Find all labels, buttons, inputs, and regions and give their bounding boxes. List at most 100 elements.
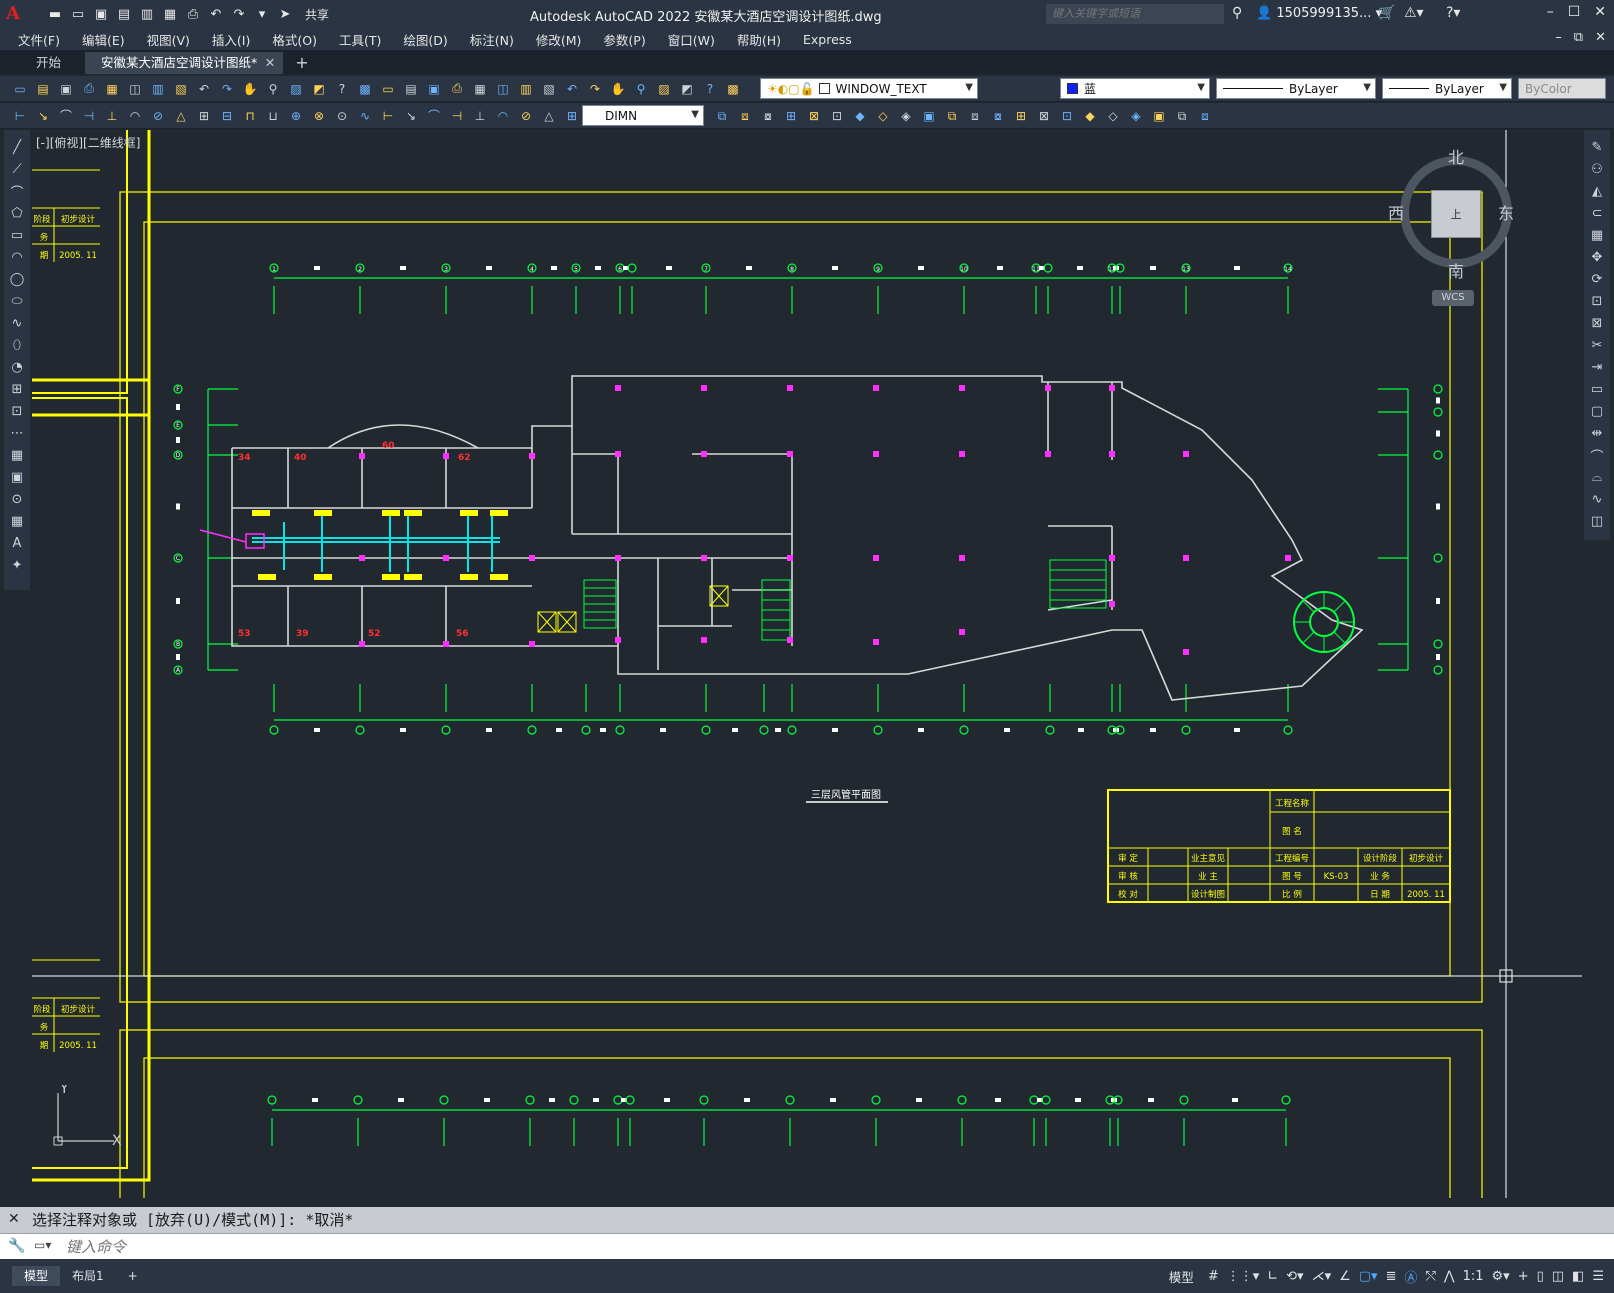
dimension-tool-icon[interactable]: ⊘: [148, 107, 168, 125]
quick-properties-icon[interactable]: ◫: [1552, 1269, 1564, 1284]
tab-close-icon[interactable]: ✕: [265, 52, 275, 74]
standard-tool-icon[interactable]: ⚲: [263, 80, 283, 98]
dimension-tool-icon[interactable]: ⌒: [56, 107, 76, 125]
qat-menu-icon[interactable]: ▾: [253, 5, 271, 23]
cart-icon[interactable]: 🛒: [1378, 5, 1395, 21]
recent-commands-icon[interactable]: ▭▾: [34, 1238, 51, 1252]
dimension-tool-icon[interactable]: ⊥: [102, 107, 122, 125]
standard-tool-icon[interactable]: ▨: [286, 80, 306, 98]
viewcube-north[interactable]: 北: [1448, 144, 1464, 168]
menu-item[interactable]: 文件(F): [18, 30, 60, 49]
dimension-tool-icon[interactable]: ◠: [493, 107, 513, 125]
tab-model[interactable]: 模型: [12, 1266, 61, 1286]
modify-tool-icon[interactable]: ▢: [1587, 402, 1607, 420]
modify-tool-icon[interactable]: ⧇: [988, 107, 1008, 125]
units-icon[interactable]: ▯: [1537, 1269, 1544, 1284]
menu-item[interactable]: 插入(I): [212, 30, 250, 49]
modify-tool-icon[interactable]: ⚇: [1587, 160, 1607, 178]
standard-tool-icon[interactable]: ↶: [562, 80, 582, 98]
standard-tool-icon[interactable]: ?: [332, 80, 352, 98]
menu-item[interactable]: 帮助(H): [737, 30, 781, 49]
menu-item[interactable]: Express: [803, 32, 852, 47]
menu-item[interactable]: 工具(T): [339, 30, 381, 49]
standard-tool-icon[interactable]: ▭: [378, 80, 398, 98]
workspace-gear-icon[interactable]: ⚙▾: [1492, 1269, 1510, 1284]
add-layout-button[interactable]: +: [116, 1266, 150, 1286]
modify-tool-icon[interactable]: ⧇: [758, 107, 778, 125]
lineweight-dropdown[interactable]: ByLayer ▼: [1382, 78, 1512, 99]
color-dropdown[interactable]: 蓝 ▼: [1060, 78, 1210, 99]
modify-tool-icon[interactable]: ⧉: [1172, 107, 1192, 125]
modify-tool-icon[interactable]: ⊠: [804, 107, 824, 125]
modify-tool-icon[interactable]: ⊡: [1587, 292, 1607, 310]
modify-tool-icon[interactable]: ⟳: [1587, 270, 1607, 288]
help-icon[interactable]: ?▾: [1446, 5, 1460, 21]
modify-tool-icon[interactable]: ∿: [1587, 490, 1607, 508]
redo-icon[interactable]: ↷: [230, 5, 248, 23]
print-icon[interactable]: ⎙: [184, 5, 202, 23]
dimstyle-dropdown[interactable]: DIMN ▼: [582, 105, 704, 126]
linetype-dropdown[interactable]: ByLayer ▼: [1216, 78, 1376, 99]
model-space-toggle[interactable]: 模型: [1169, 1267, 1194, 1286]
modify-tool-icon[interactable]: ◇: [873, 107, 893, 125]
viewport-controls[interactable]: [-][俯视][二维线框]: [36, 134, 140, 151]
draw-tool-icon[interactable]: ◠: [7, 248, 27, 266]
draw-tool-icon[interactable]: ⊡: [7, 402, 27, 420]
standard-tool-icon[interactable]: ▥: [516, 80, 536, 98]
modify-tool-icon[interactable]: ✂: [1587, 336, 1607, 354]
modify-tool-icon[interactable]: ▭: [1587, 380, 1607, 398]
dimension-tool-icon[interactable]: ⌒: [424, 107, 444, 125]
annotation-scale-value[interactable]: 1:1: [1463, 1269, 1484, 1284]
draw-tool-icon[interactable]: ◯: [7, 270, 27, 288]
modify-tool-icon[interactable]: ⇹: [1587, 424, 1607, 442]
polar-icon[interactable]: ⟲▾: [1286, 1269, 1303, 1284]
standard-tool-icon[interactable]: ▣: [56, 80, 76, 98]
standard-tool-icon[interactable]: ▣: [424, 80, 444, 98]
open-file-icon[interactable]: ▭: [69, 5, 87, 23]
publish-icon[interactable]: ▥: [138, 5, 156, 23]
dimension-tool-icon[interactable]: ⊙: [332, 107, 352, 125]
tab-start[interactable]: 开始: [20, 52, 77, 74]
autodesk-app-icon[interactable]: ⚠▾: [1404, 5, 1424, 21]
standard-tool-icon[interactable]: ▨: [654, 80, 674, 98]
draw-tool-icon[interactable]: ▭: [7, 226, 27, 244]
standard-tool-icon[interactable]: ↷: [217, 80, 237, 98]
new-tab-button[interactable]: +: [295, 53, 308, 72]
viewcube-south[interactable]: 南: [1448, 258, 1464, 282]
dimension-tool-icon[interactable]: ⊣: [79, 107, 99, 125]
dimension-tool-icon[interactable]: ⊗: [309, 107, 329, 125]
standard-tool-icon[interactable]: ⎙: [447, 80, 467, 98]
modify-tool-icon[interactable]: ⊠: [1587, 314, 1607, 332]
draw-tool-icon[interactable]: ⟋: [7, 160, 27, 178]
doc-minimize-icon[interactable]: –: [1555, 30, 1562, 45]
draw-tool-icon[interactable]: ▦: [7, 512, 27, 530]
standard-tool-icon[interactable]: ▤: [401, 80, 421, 98]
user-account[interactable]: 👤 1505999135... ▾: [1256, 6, 1382, 21]
standard-tool-icon[interactable]: ?: [700, 80, 720, 98]
clean-screen-icon[interactable]: ☰: [1592, 1269, 1604, 1284]
standard-tool-icon[interactable]: ▩: [355, 80, 375, 98]
menu-item[interactable]: 编辑(E): [82, 30, 125, 49]
share-button[interactable]: 共享: [305, 6, 329, 23]
object-snap-icon[interactable]: ▢▾: [1359, 1269, 1378, 1284]
dimension-tool-icon[interactable]: ⊔: [263, 107, 283, 125]
doc-restore-icon[interactable]: ⧉: [1574, 30, 1583, 45]
dimension-tool-icon[interactable]: ⊕: [286, 107, 306, 125]
command-input[interactable]: [66, 1237, 966, 1257]
standard-tool-icon[interactable]: ▧: [171, 80, 191, 98]
viewcube-west[interactable]: 西: [1388, 200, 1404, 224]
modify-tool-icon[interactable]: ▣: [1149, 107, 1169, 125]
standard-tool-icon[interactable]: ✋: [608, 80, 628, 98]
dimension-tool-icon[interactable]: ↘: [33, 107, 53, 125]
plot-preview-icon[interactable]: ▦: [161, 5, 179, 23]
autocad-logo-icon[interactable]: A: [6, 3, 28, 25]
standard-tool-icon[interactable]: ▥: [148, 80, 168, 98]
menu-item[interactable]: 视图(V): [147, 30, 190, 49]
dimension-tool-icon[interactable]: ⊟: [217, 107, 237, 125]
dimension-tool-icon[interactable]: ⊢: [378, 107, 398, 125]
lineweight-icon[interactable]: ≣: [1386, 1269, 1397, 1284]
draw-tool-icon[interactable]: ╱: [7, 138, 27, 156]
annotation-scale-icon[interactable]: ⋀: [1444, 1269, 1455, 1284]
standard-tool-icon[interactable]: ▧: [539, 80, 559, 98]
modify-tool-icon[interactable]: ▣: [919, 107, 939, 125]
